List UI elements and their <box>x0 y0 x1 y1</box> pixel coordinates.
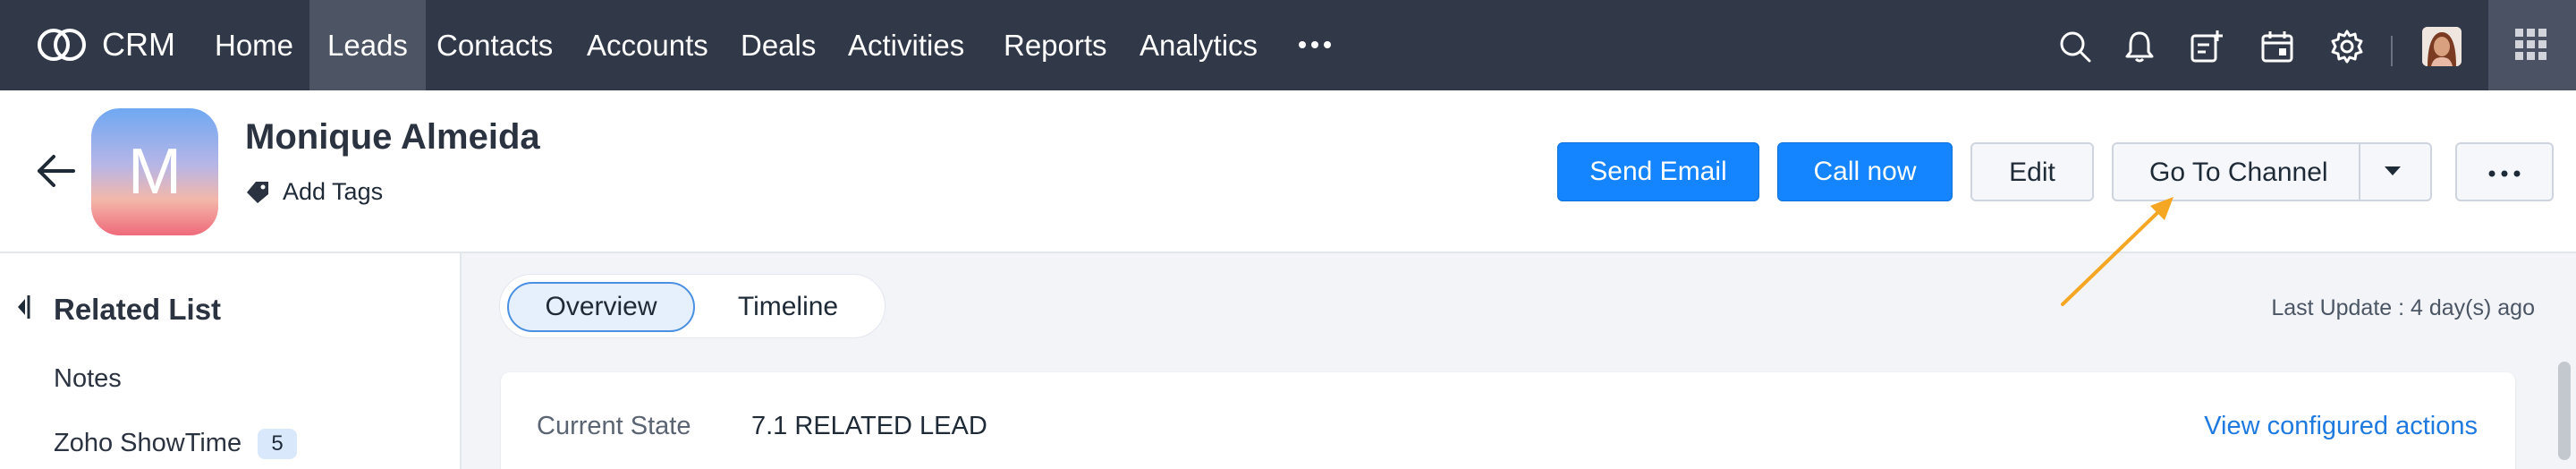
nav-analytics[interactable]: Analytics <box>1122 0 1275 90</box>
collapse-sidebar-icon[interactable] <box>13 294 32 320</box>
view-tabs: Overview Timeline <box>499 274 886 338</box>
nav-separator <box>2391 36 2393 66</box>
bell-icon[interactable] <box>2122 29 2157 64</box>
scrollbar[interactable] <box>2558 362 2571 460</box>
call-now-button[interactable]: Call now <box>1777 142 1953 201</box>
current-state-value: 7.1 RELATED LEAD <box>751 412 987 440</box>
view-configured-actions-link[interactable]: View configured actions <box>2204 412 2478 441</box>
nav-deals[interactable]: Deals <box>723 0 834 90</box>
sidebar-item-zoho-showtime[interactable]: Zoho ShowTime <box>54 429 242 458</box>
back-arrow-icon[interactable] <box>36 153 77 189</box>
nav-home[interactable]: Home <box>197 0 311 90</box>
nav-contacts[interactable]: Contacts <box>419 0 571 90</box>
tab-timeline[interactable]: Timeline <box>708 282 869 332</box>
crm-logo-icon <box>38 29 86 61</box>
send-email-button[interactable]: Send Email <box>1557 142 1759 201</box>
crm-logo[interactable]: CRM <box>34 23 175 66</box>
nav-activities[interactable]: Activities <box>830 0 982 90</box>
more-horizontal-icon <box>2488 170 2521 177</box>
chevron-down-icon[interactable] <box>2383 164 2402 178</box>
app-name: CRM <box>102 26 175 63</box>
calendar-icon[interactable] <box>2259 29 2295 64</box>
lead-name: Monique Almeida <box>245 117 540 157</box>
related-list-title: Related List <box>54 293 222 326</box>
apps-grid-icon <box>2515 29 2546 60</box>
sidebar-item-notes[interactable]: Notes <box>54 364 122 394</box>
add-note-icon[interactable] <box>2188 29 2224 64</box>
more-icon[interactable] <box>1297 34 1333 55</box>
split-divider <box>2359 144 2360 200</box>
last-update-text: Last Update : 4 day(s) ago <box>2271 295 2535 320</box>
nav-leads[interactable]: Leads <box>309 0 426 90</box>
apps-grid-button[interactable] <box>2488 0 2576 90</box>
search-icon[interactable] <box>2057 29 2093 64</box>
tag-icon <box>247 182 268 203</box>
user-avatar[interactable] <box>2422 27 2462 66</box>
go-to-channel-label: Go To Channel <box>2149 158 2328 187</box>
top-navigation-bar: CRM Home Leads Contacts Accounts Deals A… <box>0 0 2576 90</box>
tab-overview[interactable]: Overview <box>507 282 695 332</box>
gear-icon[interactable] <box>2329 29 2365 64</box>
lead-avatar-letter: M <box>128 136 182 208</box>
related-list-sidebar: Related List Notes Zoho ShowTime 5 <box>0 253 462 469</box>
nav-accounts[interactable]: Accounts <box>569 0 726 90</box>
add-tags-link[interactable]: Add Tags <box>283 178 383 206</box>
annotation-arrow <box>2061 197 2174 306</box>
user-photo <box>2422 27 2462 66</box>
count-badge: 5 <box>258 429 297 459</box>
record-header: M Monique Almeida Add Tags Send Email Ca… <box>0 90 2576 253</box>
lead-avatar[interactable]: M <box>91 108 218 235</box>
state-card: Current State 7.1 RELATED LEAD View conf… <box>501 372 2515 469</box>
nav-reports[interactable]: Reports <box>986 0 1125 90</box>
current-state-label: Current State <box>537 412 691 440</box>
